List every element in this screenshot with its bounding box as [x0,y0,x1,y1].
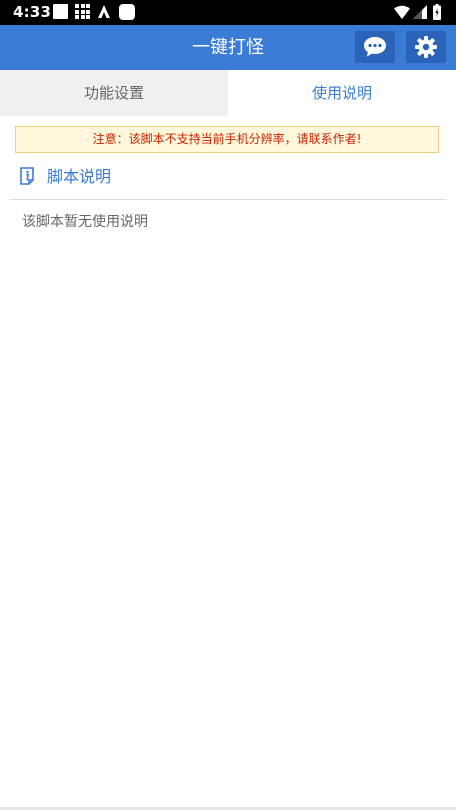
settings-button[interactable] [406,31,446,63]
status-bar: 4:33 [0,0,456,25]
section-divider [10,199,446,200]
tab-usage-instructions[interactable]: 使用说明 [228,70,456,116]
section-description: 该脚本暂无使用说明 [22,214,148,230]
grid-app-icon [75,4,90,19]
notification-square-icon [53,4,68,19]
warning-notice: 注意：该脚本不支持当前手机分辨率，请联系作者! [15,126,439,153]
wifi-icon [394,5,410,19]
app-bar: 一键打怪 [0,25,456,70]
section-title: 脚本说明 [47,167,112,186]
gear-icon [415,36,437,58]
tab-function-settings[interactable]: 功能设置 [0,70,228,116]
signal-icon [413,5,427,19]
a-app-icon [98,5,110,18]
chat-icon [364,37,386,57]
rounded-app-icon [119,4,135,20]
info-icon [20,167,34,185]
chat-button[interactable] [355,31,395,63]
battery-icon [433,4,441,20]
tab-bar: 功能设置 使用说明 [0,70,456,116]
status-time: 4:33 [13,3,52,21]
